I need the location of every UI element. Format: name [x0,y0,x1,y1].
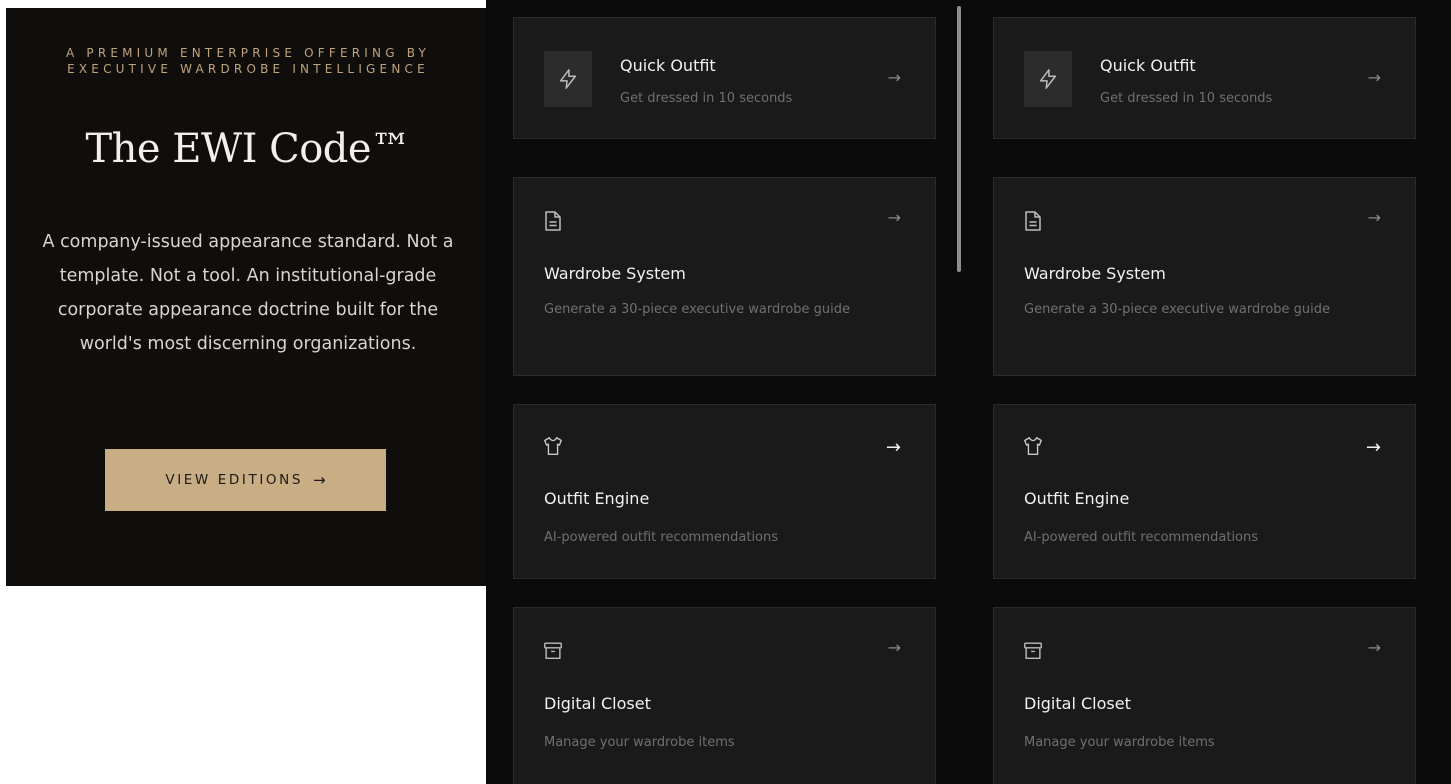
card-subtitle: Generate a 30-piece executive wardrobe g… [1024,302,1331,317]
card-title: Wardrobe System [1024,264,1166,283]
shirt-icon [1022,435,1044,461]
card-title: Quick Outfit [1100,56,1196,75]
card-subtitle: Get dressed in 10 seconds [620,91,793,106]
view-editions-label: VIEW EDITIONS [165,472,304,488]
card-column-1: Quick Outfit Get dressed in 10 seconds →… [486,0,971,784]
arrow-right-icon: → [313,471,326,489]
card-subtitle: Manage your wardrobe items [1024,735,1215,750]
card-title: Wardrobe System [544,264,686,283]
arrow-right-icon: → [1367,638,1381,657]
hero-description: A company-issued appearance standard. No… [42,232,454,354]
archive-box-icon [1022,640,1044,666]
document-icon [543,210,563,236]
card-outfit-engine[interactable]: Outfit Engine AI-powered outfit recommen… [513,404,936,579]
card-title: Quick Outfit [620,56,716,75]
card-title: Digital Closet [1024,694,1131,713]
card-subtitle: AI-powered outfit recommendations [544,530,779,545]
card-subtitle: Generate a 30-piece executive wardrobe g… [544,302,851,317]
hero-panel: A PREMIUM ENTERPRISE OFFERING BY EXECUTI… [6,8,490,586]
card-digital-closet[interactable]: Digital Closet Manage your wardrobe item… [513,607,936,784]
card-subtitle: Manage your wardrobe items [544,735,735,750]
card-digital-closet[interactable]: Digital Closet Manage your wardrobe item… [993,607,1416,784]
shirt-icon [542,435,564,461]
arrow-right-icon: → [887,208,901,227]
card-title: Digital Closet [544,694,651,713]
view-editions-button[interactable]: VIEW EDITIONS → [105,449,386,511]
hero-eyebrow-line-1: A PREMIUM ENTERPRISE OFFERING BY [65,46,431,60]
hero-title: The EWI Code™ [85,126,411,172]
lightning-icon [1024,51,1072,107]
arrow-right-icon: → [885,437,901,458]
card-quick-outfit[interactable]: Quick Outfit Get dressed in 10 seconds → [993,17,1416,139]
card-quick-outfit[interactable]: Quick Outfit Get dressed in 10 seconds → [513,17,936,139]
card-wardrobe-system[interactable]: Wardrobe System Generate a 30-piece exec… [993,177,1416,376]
scrollbar-thumb[interactable] [957,6,961,272]
card-subtitle: Get dressed in 10 seconds [1100,91,1273,106]
hero-eyebrow-line-2: EXECUTIVE WARDROBE INTELLIGENCE [67,62,429,76]
arrow-right-icon: → [1367,68,1381,87]
page: A PREMIUM ENTERPRISE OFFERING BY EXECUTI… [0,0,1451,784]
arrow-right-icon: → [887,68,901,87]
archive-box-icon [542,640,564,666]
card-outfit-engine[interactable]: Outfit Engine AI-powered outfit recommen… [993,404,1416,579]
arrow-right-icon: → [1365,437,1381,458]
document-icon [1023,210,1043,236]
arrow-right-icon: → [887,638,901,657]
card-wardrobe-system[interactable]: Wardrobe System Generate a 30-piece exec… [513,177,936,376]
lightning-icon [544,51,592,107]
card-column-2: Quick Outfit Get dressed in 10 seconds →… [966,0,1451,784]
card-title: Outfit Engine [544,489,650,508]
hero-eyebrow: A PREMIUM ENTERPRISE OFFERING BY EXECUTI… [6,45,490,77]
arrow-right-icon: → [1367,208,1381,227]
card-title: Outfit Engine [1024,489,1130,508]
card-subtitle: AI-powered outfit recommendations [1024,530,1259,545]
